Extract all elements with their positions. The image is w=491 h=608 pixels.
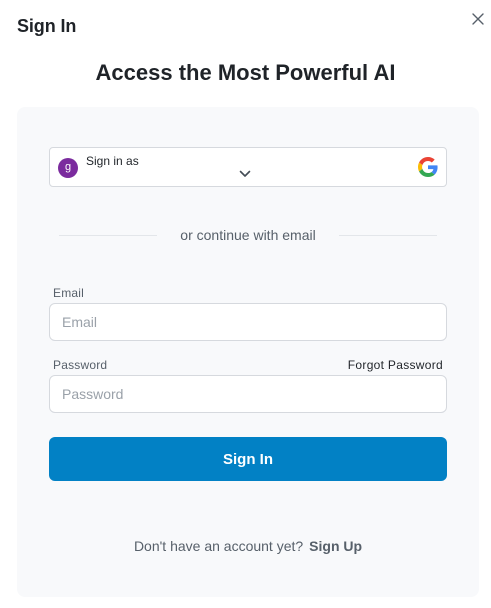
sign-in-as-label: Sign in as — [86, 154, 139, 168]
google-g-icon — [418, 157, 438, 177]
email-label: Email — [53, 286, 85, 300]
dialog-title: Sign In — [17, 16, 77, 36]
password-label: Password — [53, 358, 108, 372]
sign-up-prompt: Don't have an account yet? Sign Up — [17, 538, 479, 554]
sign-up-prompt-text: Don't have an account yet? — [133, 538, 304, 554]
google-account-selector[interactable]: g Sign in as — [49, 147, 447, 187]
close-icon — [472, 13, 484, 25]
sign-in-button[interactable]: Sign In — [49, 437, 447, 481]
divider-line-right — [339, 235, 437, 236]
sign-in-dialog: Sign In Access the Most Powerful AI g Si… — [0, 0, 491, 608]
avatar: g — [58, 158, 78, 178]
page-headline: Access the Most Powerful AI — [95, 60, 396, 85]
sign-in-card: g Sign in as or continue with email Emai… — [17, 107, 479, 597]
sign-up-link[interactable]: Sign Up — [309, 538, 362, 554]
close-button[interactable] — [470, 11, 486, 27]
email-field[interactable] — [49, 303, 447, 341]
chevron-down-icon[interactable] — [239, 170, 251, 178]
password-field[interactable] — [49, 375, 447, 413]
forgot-password-link[interactable]: Forgot Password — [348, 358, 443, 372]
